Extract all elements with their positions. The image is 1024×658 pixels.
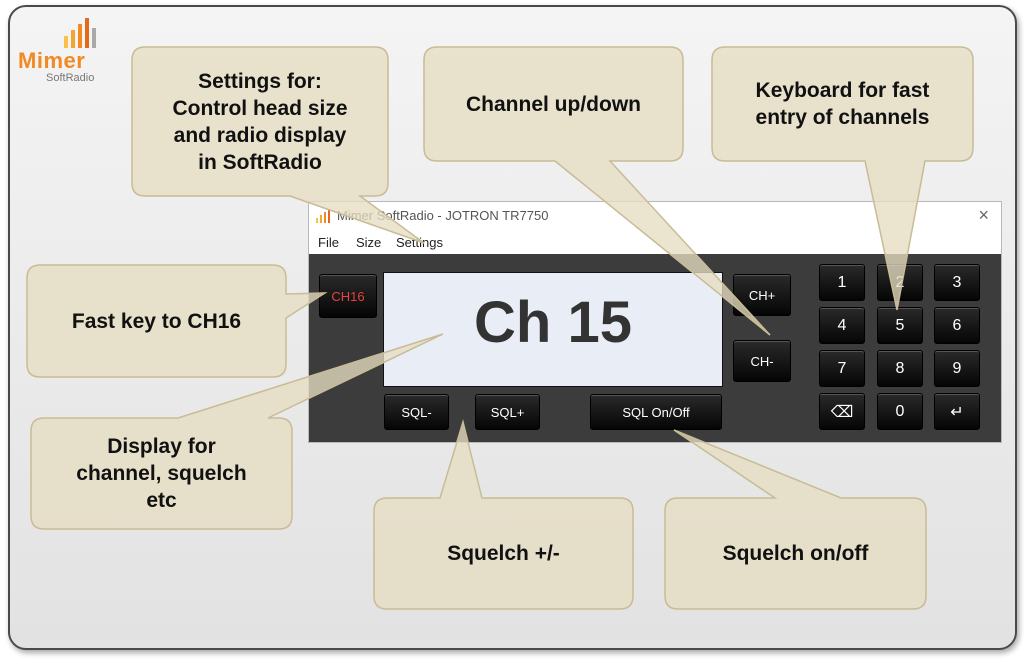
logo-subtitle: SoftRadio [46, 72, 95, 84]
callout-settings-text: Settings for: Control head size and radi… [132, 47, 388, 196]
title-bar: Mimer SoftRadio - JOTRON TR7750 × [309, 202, 1001, 230]
key-1[interactable]: 1 [819, 264, 865, 301]
key-8[interactable]: 8 [877, 350, 923, 387]
key-2[interactable]: 2 [877, 264, 923, 301]
ch16-button[interactable]: CH16 [319, 274, 377, 318]
menu-file[interactable]: File [318, 235, 339, 250]
logo-name: Mimer [18, 48, 86, 73]
callout-keyboard-text: Keyboard for fast entry of channels [755, 79, 930, 129]
key-5[interactable]: 5 [877, 307, 923, 344]
menu-size[interactable]: Size [356, 235, 381, 250]
sql-toggle-button[interactable]: SQL On/Off [590, 394, 722, 430]
app-icon [316, 209, 330, 223]
window-title: Mimer SoftRadio - JOTRON TR7750 [337, 208, 549, 223]
signal-bars-icon [64, 18, 96, 48]
callout-channel-text: Channel up/down [466, 92, 641, 116]
callout-display-text: Display for channel, squelch etc [76, 435, 247, 512]
channel-down-button[interactable]: CH- [733, 340, 791, 382]
sql-plus-button[interactable]: SQL+ [475, 394, 540, 430]
sql-minus-button[interactable]: SQL- [384, 394, 449, 430]
softradio-window: Mimer SoftRadio - JOTRON TR7750 × File S… [308, 201, 1002, 443]
backspace-icon[interactable]: ⌫ [819, 393, 865, 430]
display-text: Ch 15 [474, 290, 632, 355]
callout-squelch-pm-text: Squelch +/- [447, 542, 560, 565]
callout-fastkey-text: Fast key to CH16 [71, 309, 242, 333]
key-9[interactable]: 9 [934, 350, 980, 387]
key-0[interactable]: 0 [877, 393, 923, 430]
enter-icon[interactable]: ↵ [934, 393, 980, 430]
callout-settings-line: Settings for: Control head size and radi… [172, 69, 348, 174]
close-icon[interactable]: × [978, 205, 989, 226]
menu-settings[interactable]: Settings [396, 235, 443, 250]
mimer-logo: Mimer SoftRadio [18, 18, 108, 88]
key-6[interactable]: 6 [934, 307, 980, 344]
callout-squelch-onoff-text: Squelch on/off [722, 542, 869, 565]
channel-up-button[interactable]: CH+ [733, 274, 791, 316]
control-head-panel: CH16 Ch 15 CH+ CH- SQL- SQL+ SQL On/Off … [309, 254, 1001, 442]
key-7[interactable]: 7 [819, 350, 865, 387]
key-4[interactable]: 4 [819, 307, 865, 344]
menu-bar: File Size Settings [309, 230, 1001, 278]
key-3[interactable]: 3 [934, 264, 980, 301]
channel-display: Ch 15 [383, 272, 723, 387]
